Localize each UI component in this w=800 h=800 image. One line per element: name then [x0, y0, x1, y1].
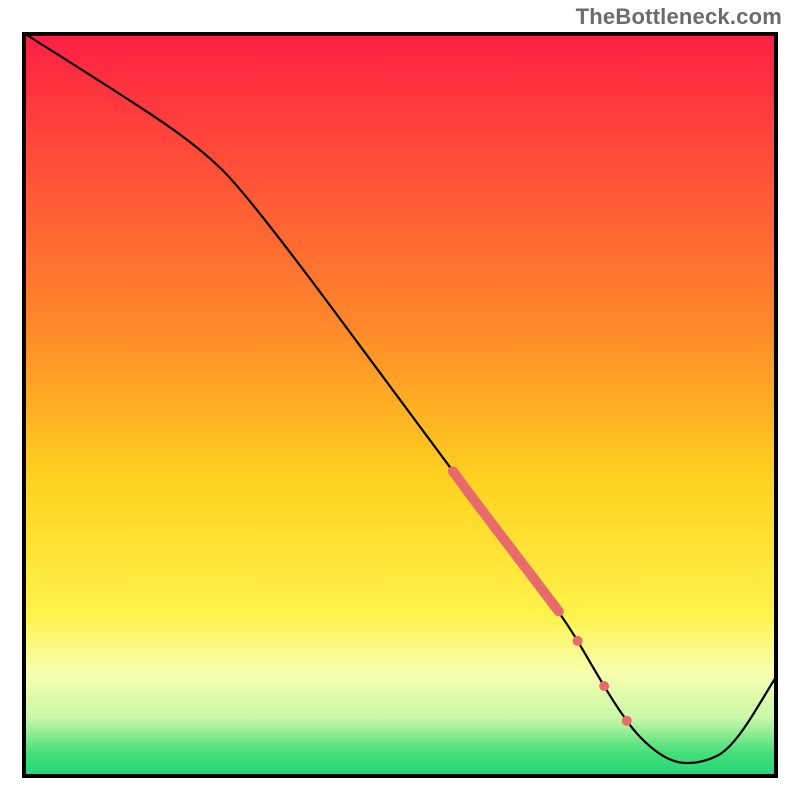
bottleneck-curve — [22, 32, 778, 763]
highlight-segment — [453, 471, 559, 611]
chart-foreground — [22, 32, 778, 778]
highlight-point — [599, 681, 609, 691]
highlight-point — [622, 716, 632, 726]
highlight-point — [573, 636, 583, 646]
plot-area — [22, 32, 778, 778]
watermark-text: TheBottleneck.com — [576, 4, 782, 30]
chart-stage: TheBottleneck.com — [0, 0, 800, 800]
